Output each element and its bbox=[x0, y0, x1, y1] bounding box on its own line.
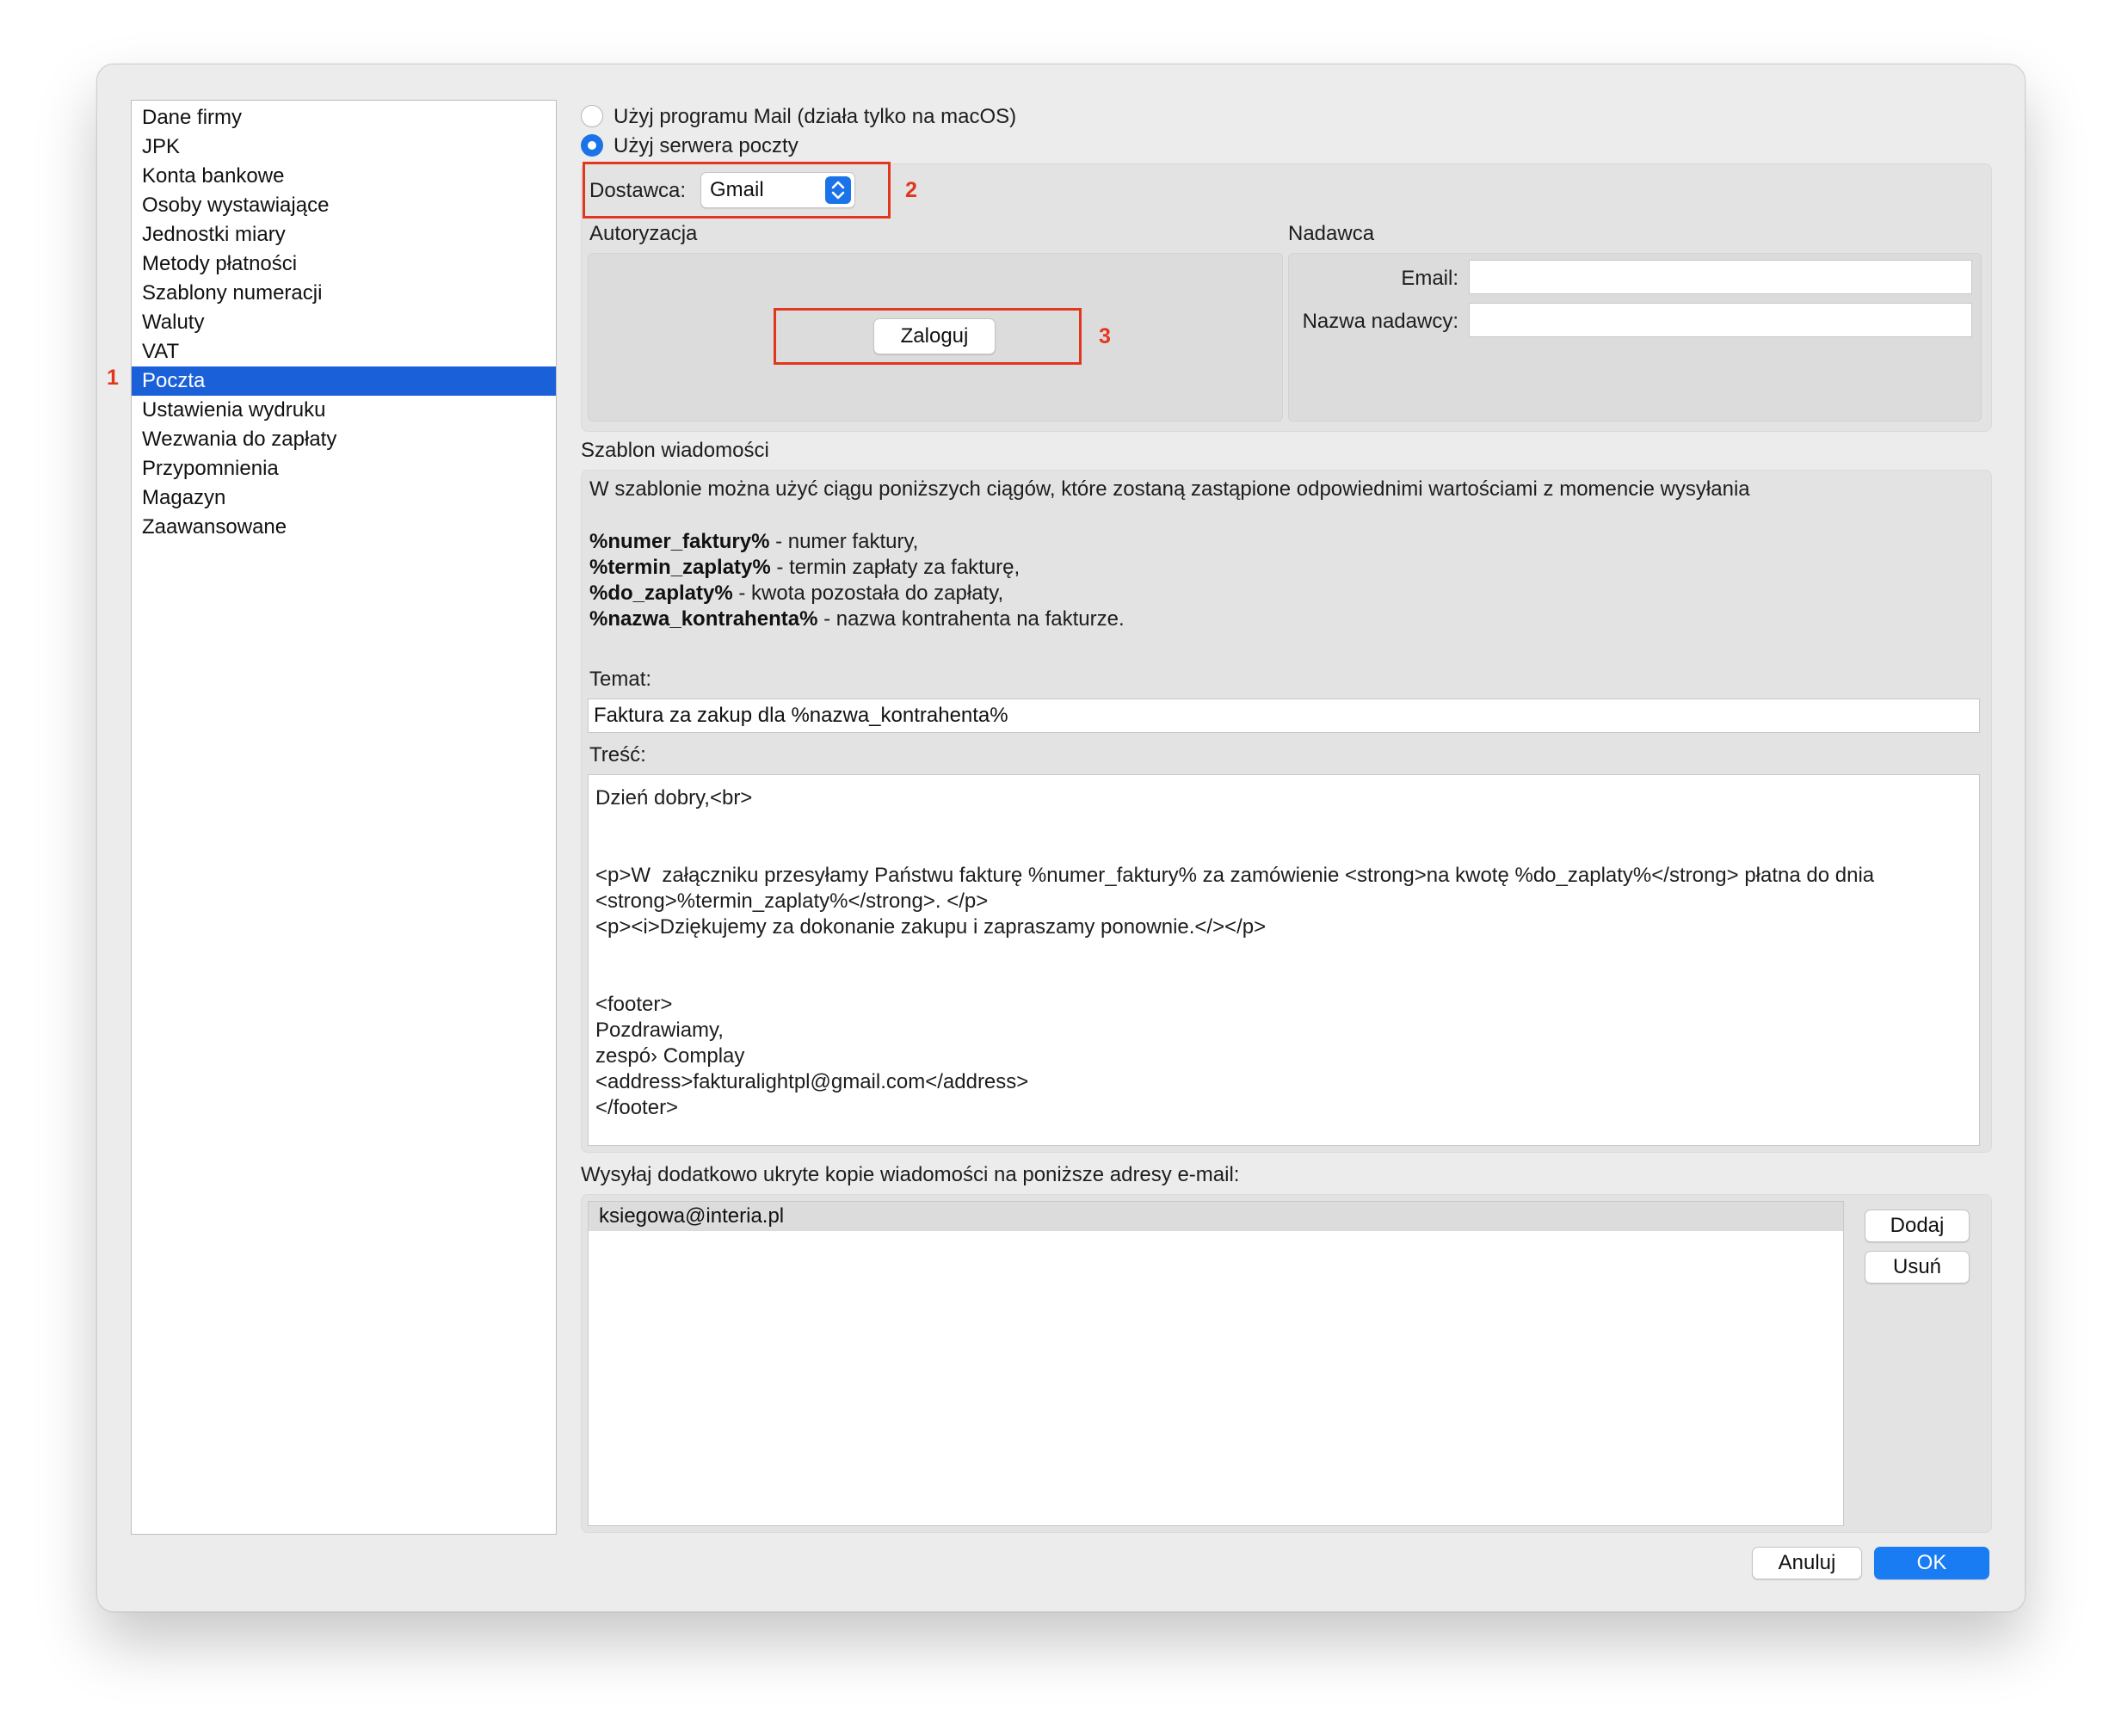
sidebar-item-przypomnienia[interactable]: Przypomnienia bbox=[132, 454, 556, 483]
annotation-box-2 bbox=[583, 162, 891, 219]
bcc-address-list[interactable]: ksiegowa@interia.pl bbox=[588, 1201, 1844, 1526]
annotation-box-3 bbox=[774, 308, 1082, 365]
settings-sidebar[interactable]: Dane firmy JPK Konta bankowe Osoby wysta… bbox=[131, 100, 557, 1535]
sender-title: Nadawca bbox=[1288, 222, 1375, 245]
radio-mail-server-label[interactable]: Użyj serwera poczty bbox=[614, 134, 799, 158]
sidebar-item-vat[interactable]: VAT bbox=[132, 337, 556, 366]
list-item[interactable]: ksiegowa@interia.pl bbox=[589, 1202, 1843, 1231]
sidebar-item-konta-bankowe[interactable]: Konta bankowe bbox=[132, 162, 556, 191]
sidebar-item-jednostki-miary[interactable]: Jednostki miary bbox=[132, 220, 556, 249]
template-var-numer-faktury: %numer_faktury% - numer faktury, bbox=[589, 530, 919, 553]
sidebar-item-metody-platnosci[interactable]: Metody płatności bbox=[132, 249, 556, 279]
sidebar-item-dane-firmy[interactable]: Dane firmy bbox=[132, 103, 556, 132]
authorization-title: Autoryzacja bbox=[589, 222, 698, 245]
annotation-marker-1: 1 bbox=[107, 366, 119, 390]
annotation-marker-2: 2 bbox=[905, 178, 917, 202]
template-var-nazwa-kontrahenta: %nazwa_kontrahenta% - nazwa kontrahenta … bbox=[589, 607, 1125, 631]
sidebar-item-osoby-wystawiajace[interactable]: Osoby wystawiające bbox=[132, 191, 556, 220]
remove-address-button[interactable]: Usuń bbox=[1865, 1251, 1970, 1284]
sidebar-item-magazyn[interactable]: Magazyn bbox=[132, 483, 556, 513]
sidebar-item-jpk[interactable]: JPK bbox=[132, 132, 556, 162]
sidebar-item-wezwania-do-zaplaty[interactable]: Wezwania do zapłaty bbox=[132, 425, 556, 454]
radio-mail-app-label[interactable]: Użyj programu Mail (działa tylko na macO… bbox=[614, 105, 1016, 129]
template-title: Szablon wiadomości bbox=[581, 439, 769, 462]
template-var-termin-zaplaty: %termin_zaplaty% - termin zapłaty za fak… bbox=[589, 556, 1021, 579]
radio-mail-app[interactable] bbox=[581, 105, 603, 127]
add-address-button[interactable]: Dodaj bbox=[1865, 1210, 1970, 1242]
subject-label: Temat: bbox=[589, 668, 652, 691]
email-label: Email: bbox=[1401, 267, 1458, 290]
template-intro: W szablonie można użyć ciągu poniższych … bbox=[589, 477, 1750, 501]
template-var-do-zaplaty: %do_zaplaty% - kwota pozostała do zapłat… bbox=[589, 582, 1004, 605]
sidebar-item-poczta[interactable]: Poczta bbox=[132, 366, 556, 396]
sidebar-item-waluty[interactable]: Waluty bbox=[132, 308, 556, 337]
bcc-title: Wysyłaj dodatkowo ukryte kopie wiadomośc… bbox=[581, 1163, 1240, 1186]
sender-name-label: Nazwa nadawcy: bbox=[1302, 310, 1458, 333]
cancel-button[interactable]: Anuluj bbox=[1752, 1547, 1862, 1579]
body-label: Treść: bbox=[589, 743, 646, 766]
radio-mail-server[interactable] bbox=[581, 134, 603, 157]
subject-input[interactable]: Faktura za zakup dla %nazwa_kontrahenta% bbox=[588, 699, 1980, 733]
sidebar-item-szablony-numeracji[interactable]: Szablony numeracji bbox=[132, 279, 556, 308]
sidebar-item-zaawansowane[interactable]: Zaawansowane bbox=[132, 513, 556, 542]
email-input[interactable] bbox=[1469, 260, 1972, 294]
sender-name-input[interactable] bbox=[1469, 303, 1972, 337]
ok-button[interactable]: OK bbox=[1874, 1547, 1989, 1579]
annotation-marker-3: 3 bbox=[1099, 324, 1111, 348]
body-textarea[interactable]: Dzień dobry,<br> <p>W załączniku przesył… bbox=[588, 774, 1980, 1146]
sidebar-item-ustawienia-wydruku[interactable]: Ustawienia wydruku bbox=[132, 396, 556, 425]
